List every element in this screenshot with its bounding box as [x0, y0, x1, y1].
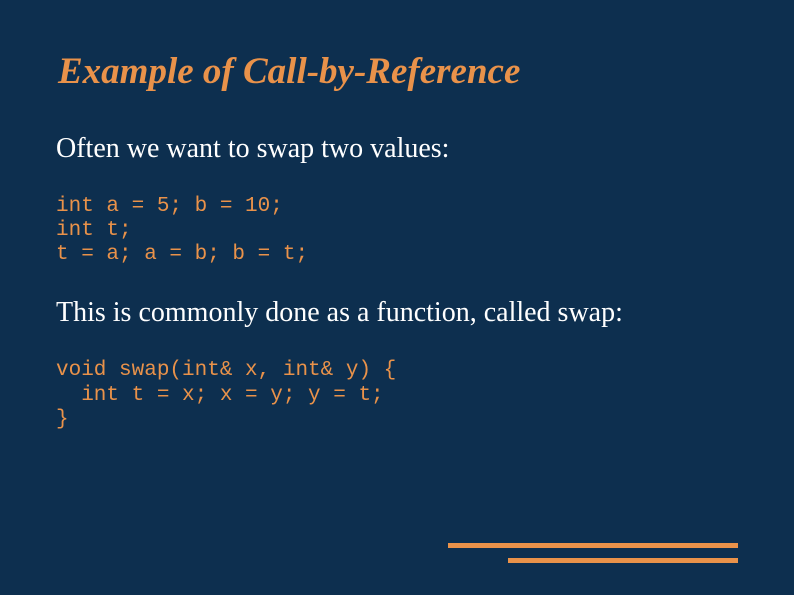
code-declare-swap-inline: int a = 5; b = 10; int t; t = a; a = b; …	[56, 195, 738, 267]
footer-line-bottom	[508, 558, 738, 563]
paragraph-swap-func: This is commonly done as a function, cal…	[56, 297, 738, 329]
code-swap-function: void swap(int& x, int& y) { int t = x; x…	[56, 359, 738, 431]
slide: Example of Call-by-Reference Often we wa…	[0, 0, 794, 595]
paragraph-intro: Often we want to swap two values:	[56, 133, 738, 165]
slide-title: Example of Call-by-Reference	[58, 50, 738, 93]
footer-decoration	[448, 543, 738, 563]
footer-line-top	[448, 543, 738, 548]
